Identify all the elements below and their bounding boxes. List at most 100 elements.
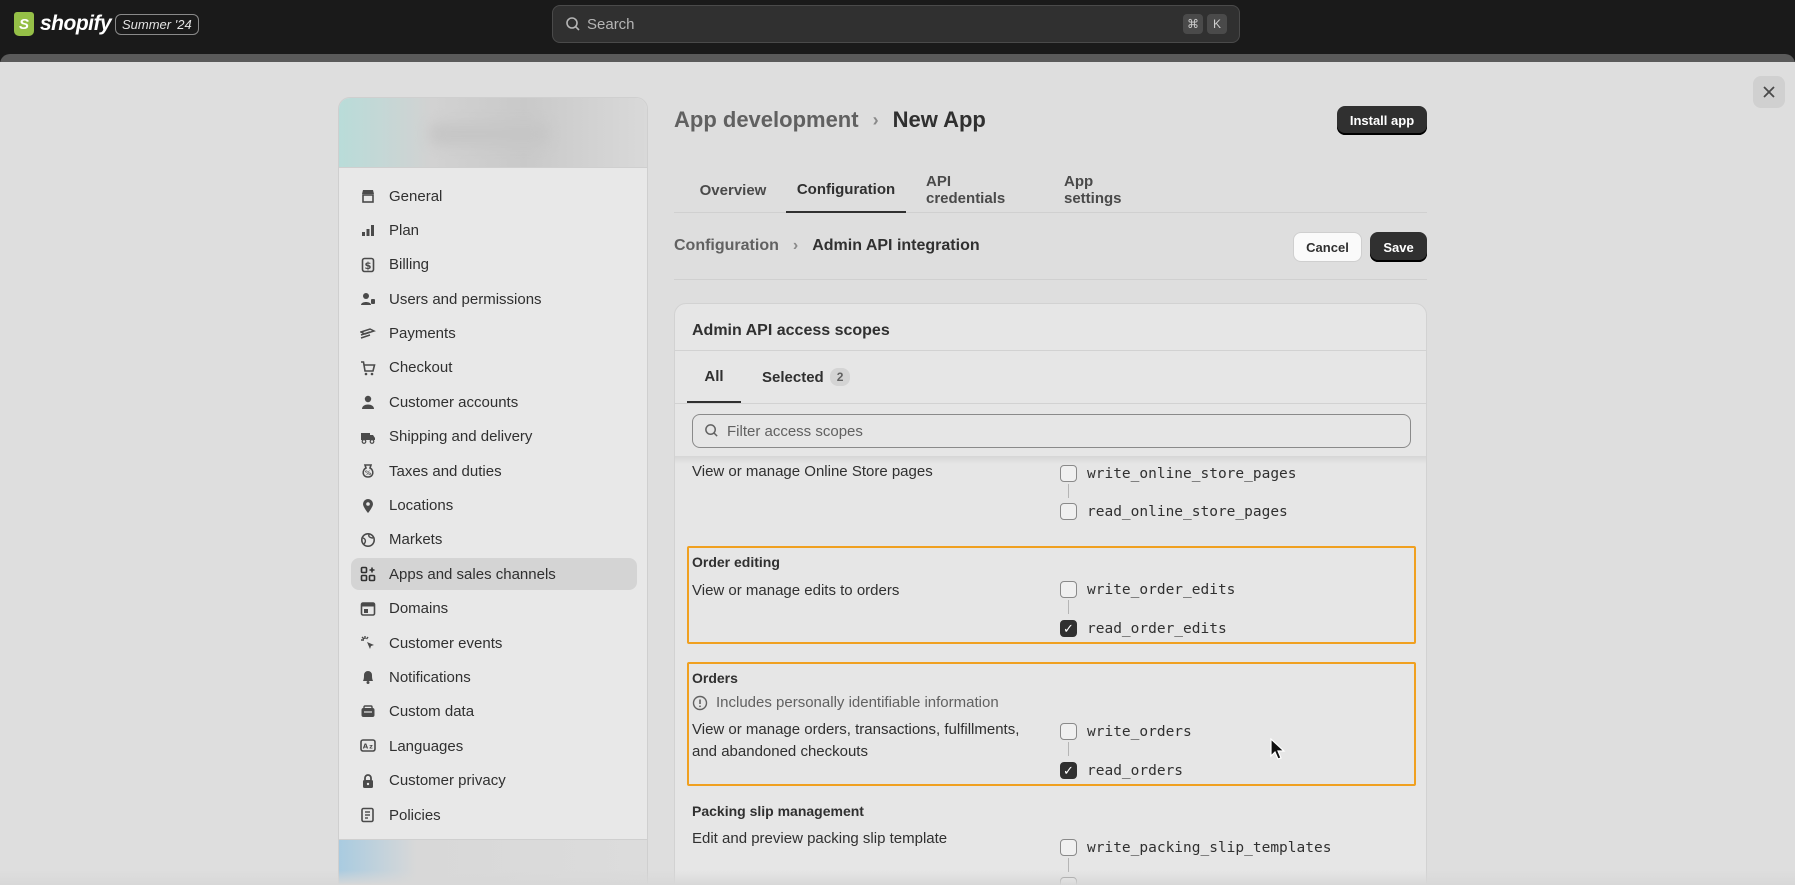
globe-icon <box>359 531 377 549</box>
breadcrumb-configuration[interactable]: Configuration <box>674 237 779 255</box>
store-name-blurred <box>429 123 549 145</box>
scope-checkbox[interactable] <box>1060 723 1077 740</box>
sidebar-item-domains[interactable]: Domains <box>351 593 637 625</box>
sidebar-item-policies[interactable]: Policies <box>351 799 637 831</box>
sidebar-item-label: Billing <box>389 256 430 274</box>
settings-sidebar: General Plan $ Billing Users and permiss… <box>338 97 648 885</box>
sidebar-item-shipping[interactable]: Shipping and delivery <box>351 421 637 453</box>
section-title: Admin API integration <box>812 237 980 254</box>
domain-icon <box>359 600 377 618</box>
location-icon <box>359 497 377 515</box>
sidebar-item-label: Languages <box>389 737 464 755</box>
scope-description: and abandoned checkouts <box>692 743 868 760</box>
truck-icon <box>359 428 377 446</box>
tab-overview[interactable]: Overview <box>700 167 767 213</box>
page-breadcrumb: App development › New App <box>674 107 986 133</box>
card-title: Admin API access scopes <box>692 322 890 339</box>
svg-text:A: A <box>363 743 369 751</box>
sidebar-item-label: Markets <box>389 531 443 549</box>
tab-selected-label: Selected <box>762 368 824 386</box>
k-key: K <box>1207 14 1227 34</box>
breadcrumb-app-development[interactable]: App development <box>674 107 859 133</box>
admin-topbar: S shopify Summer '24 Search ⌘ K <box>0 0 1795 48</box>
sidebar-item-label: Taxes and duties <box>389 462 502 480</box>
dollar-icon: $ <box>359 256 377 274</box>
app-tabs: Overview Configuration API credentials A… <box>674 167 1427 213</box>
sidebar-item-label: Customer privacy <box>389 772 506 790</box>
sidebar-item-taxes[interactable]: % Taxes and duties <box>351 455 637 487</box>
brand-name: shopify <box>40 12 112 35</box>
sidebar-item-label: Notifications <box>389 668 471 686</box>
section-divider <box>674 279 1427 280</box>
scope-connector <box>1068 742 1069 756</box>
sidebar-item-billing[interactable]: $ Billing <box>351 249 637 281</box>
filter-scopes-input[interactable]: Filter access scopes <box>692 414 1411 448</box>
sidebar-item-customer-privacy[interactable]: Customer privacy <box>351 765 637 797</box>
sidebar-item-notifications[interactable]: Notifications <box>351 661 637 693</box>
tab-api-credentials[interactable]: API credentials <box>926 167 1030 213</box>
scope-connector <box>1068 484 1069 498</box>
sidebar-item-markets[interactable]: Markets <box>351 524 637 556</box>
breadcrumb-separator-icon: › <box>792 237 799 254</box>
tab-configuration[interactable]: Configuration <box>786 167 906 213</box>
sidebar-item-label: Users and permissions <box>389 290 542 308</box>
apps-icon <box>359 565 377 583</box>
sidebar-item-label: Checkout <box>389 359 453 377</box>
sidebar-item-label: Shipping and delivery <box>389 428 533 446</box>
tab-app-settings[interactable]: App settings <box>1064 167 1154 213</box>
scope-description: View or manage edits to orders <box>692 582 900 599</box>
command-key: ⌘ <box>1183 14 1203 34</box>
scope-connector <box>1068 600 1069 614</box>
shopify-bag-icon: S <box>14 12 34 36</box>
close-settings-button[interactable] <box>1753 76 1785 108</box>
selected-count-badge: 2 <box>829 368 851 386</box>
sidebar-item-label: Customer accounts <box>389 393 519 411</box>
scope-checkbox[interactable] <box>1060 581 1077 598</box>
sidebar-item-label: Customer events <box>389 634 503 652</box>
cancel-button[interactable]: Cancel <box>1293 232 1362 262</box>
sidebar-item-languages[interactable]: Az Languages <box>351 730 637 762</box>
sidebar-item-custom-data[interactable]: Custom data <box>351 696 637 728</box>
tab-selected-scopes[interactable]: Selected 2 <box>762 351 851 403</box>
sidebar-item-label: Apps and sales channels <box>389 565 556 583</box>
scope-description: View or manage orders, transactions, ful… <box>692 721 1020 738</box>
scope-checkbox[interactable] <box>1060 839 1077 856</box>
sidebar-item-apps[interactable]: Apps and sales channels <box>351 558 637 591</box>
scope-checkbox[interactable] <box>1060 465 1077 482</box>
mouse-cursor-icon <box>1270 738 1286 760</box>
svg-text:$: $ <box>365 261 372 272</box>
scope-description: View or manage Online Store pages <box>692 463 933 480</box>
cursor-click-icon <box>359 634 377 652</box>
global-search-input[interactable]: Search ⌘ K <box>552 5 1240 43</box>
scope-group-title: Orders <box>692 670 738 686</box>
save-button[interactable]: Save <box>1370 232 1427 262</box>
shopify-logo[interactable]: S shopify <box>14 12 112 36</box>
close-icon <box>1763 86 1775 98</box>
info-icon <box>692 695 708 710</box>
sidebar-item-customer-events[interactable]: Customer events <box>351 627 637 659</box>
users-icon <box>359 290 377 308</box>
sidebar-item-plan[interactable]: Plan <box>351 214 637 246</box>
sidebar-item-users[interactable]: Users and permissions <box>351 283 637 315</box>
sidebar-item-label: Policies <box>389 806 441 824</box>
scope-name: read_orders <box>1087 763 1184 779</box>
pii-notice-text: Includes personally identifiable informa… <box>716 694 999 711</box>
sidebar-item-payments[interactable]: Payments <box>351 318 637 350</box>
sidebar-item-customer-accounts[interactable]: Customer accounts <box>351 386 637 418</box>
sidebar-item-locations[interactable]: Locations <box>351 490 637 522</box>
policy-icon <box>359 806 377 824</box>
pii-notice: Includes personally identifiable informa… <box>692 694 999 711</box>
sidebar-item-label: Domains <box>389 600 449 618</box>
install-app-button[interactable]: Install app <box>1337 106 1427 135</box>
card-divider <box>675 403 1426 404</box>
tab-all-scopes[interactable]: All <box>687 351 741 403</box>
sidebar-item-general[interactable]: General <box>351 180 637 212</box>
scope-checkbox-checked[interactable]: ✓ <box>1060 620 1077 637</box>
edition-badge[interactable]: Summer '24 <box>115 14 199 35</box>
scope-checkbox[interactable] <box>1060 503 1077 520</box>
sidebar-item-checkout[interactable]: Checkout <box>351 352 637 384</box>
sidebar-item-label: Locations <box>389 497 454 515</box>
scope-checkbox-checked[interactable]: ✓ <box>1060 762 1077 779</box>
sidebar-item-label: Plan <box>389 221 420 239</box>
person-icon <box>359 393 377 411</box>
